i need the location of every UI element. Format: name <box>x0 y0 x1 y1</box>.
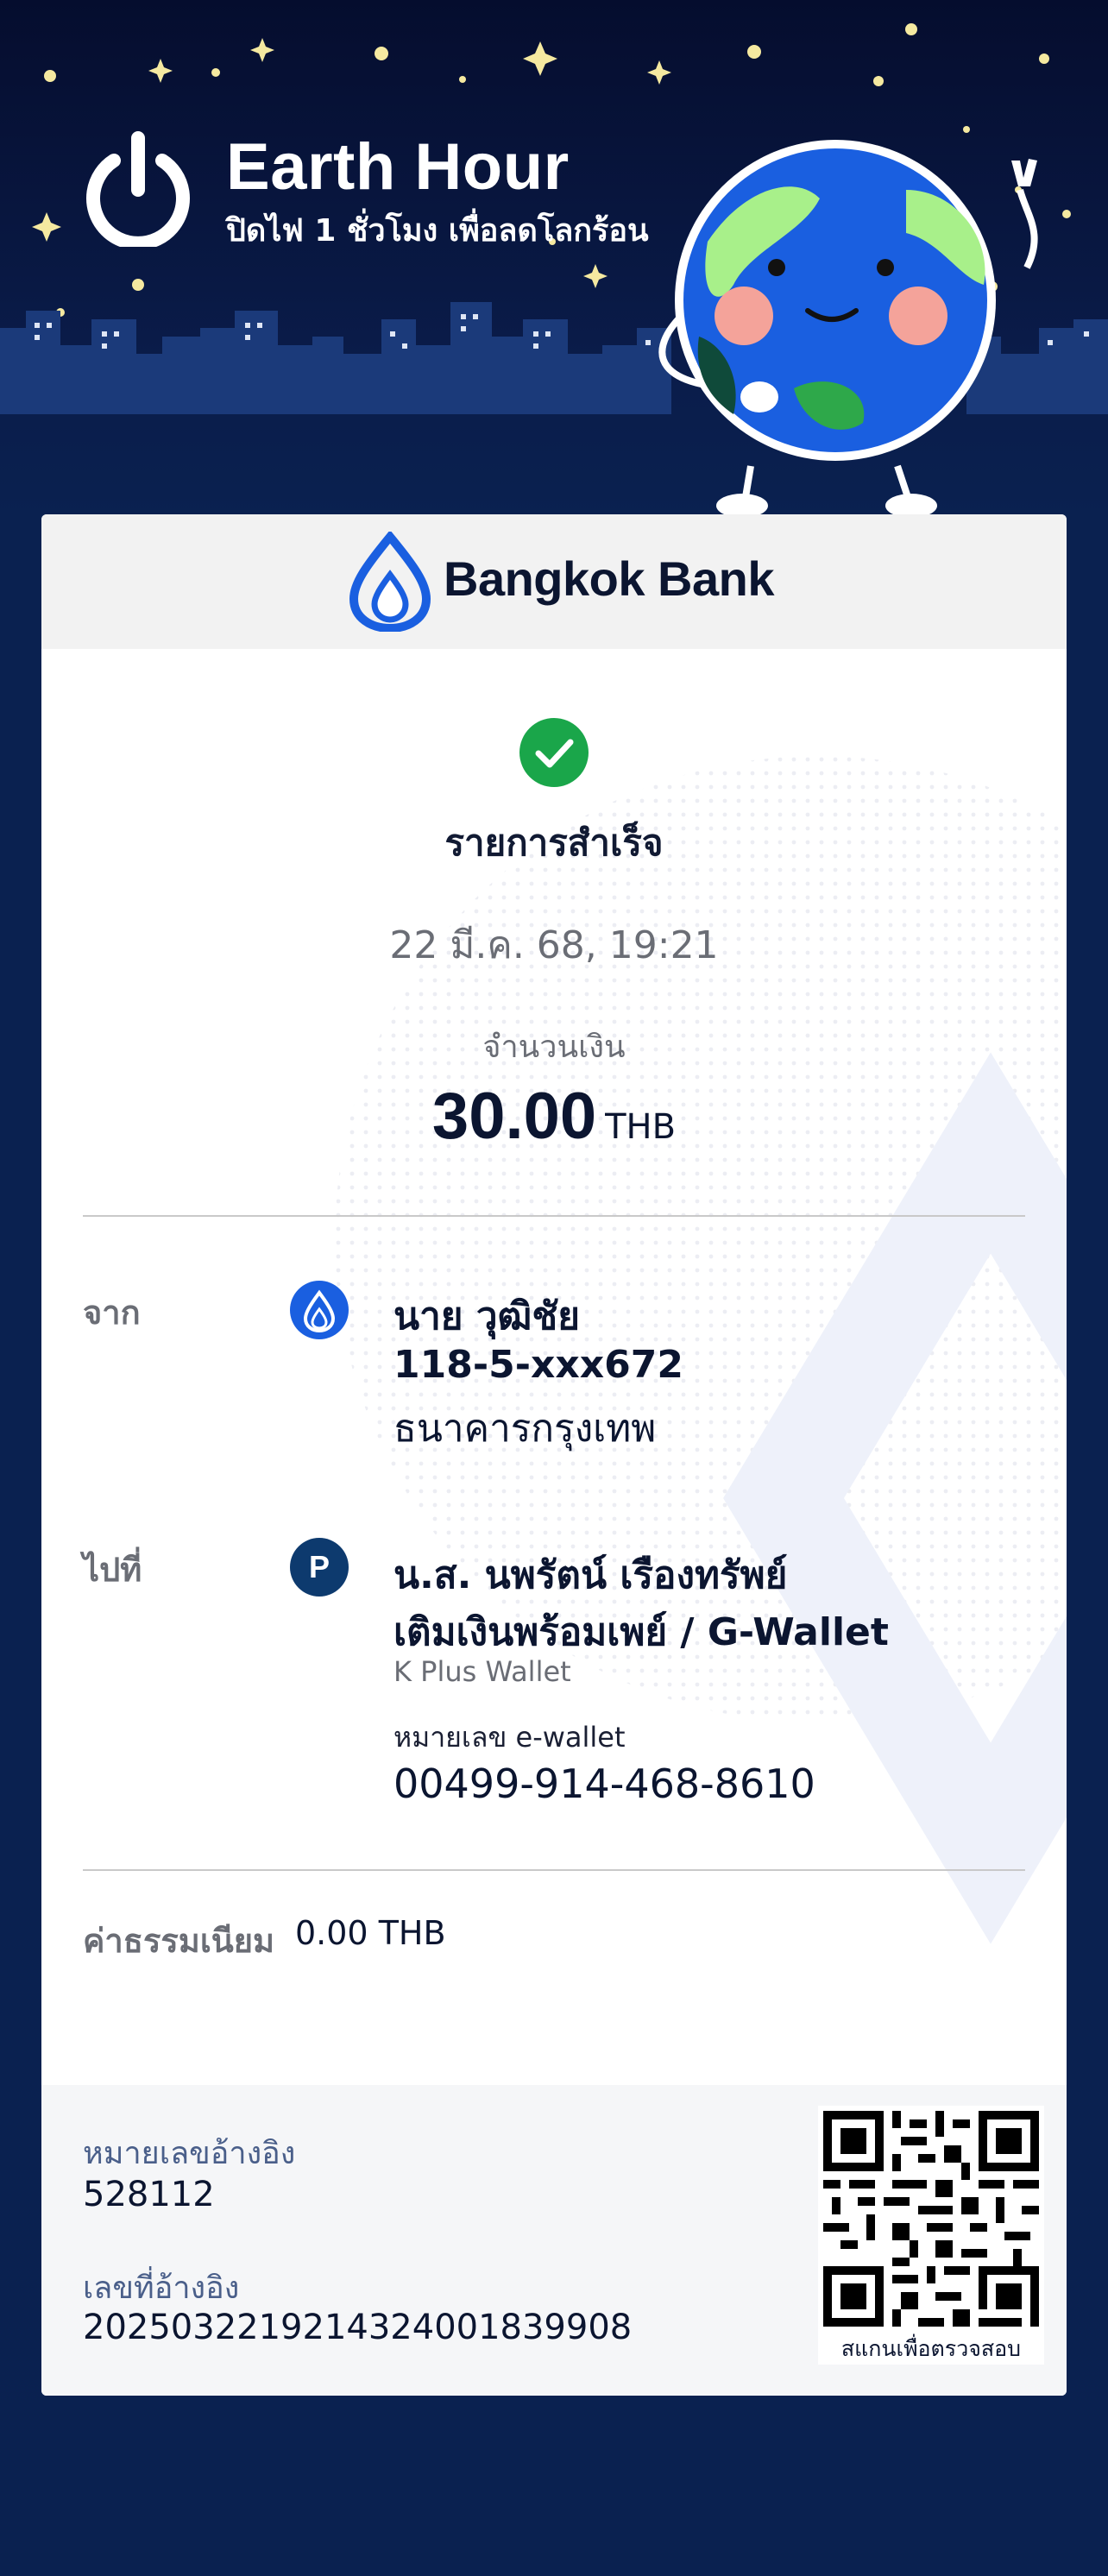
divider <box>83 1869 1025 1871</box>
banner-title: Earth Hour <box>226 130 570 204</box>
receipt-card: Bangkok Bank รายการสำเร็จ 22 มี.ค. 68, 1… <box>41 514 1067 2396</box>
amount-value: 30.00 <box>431 1080 597 1153</box>
bank-name: Bangkok Bank <box>444 551 775 606</box>
bangkok-bank-icon <box>290 1281 349 1339</box>
earth-mascot-illustration <box>658 140 1038 518</box>
from-bank: ธนาคารกรุงเทพ <box>393 1407 657 1451</box>
bangkok-bank-logo-icon <box>349 532 431 632</box>
amount-display: 30.00 THB <box>41 1079 1067 1154</box>
from-name: นาย วุฒิชัย <box>393 1294 580 1338</box>
transaction-ref-label: เลขที่อ้างอิง <box>83 2271 240 2306</box>
qr-code-icon[interactable] <box>823 2111 1039 2327</box>
promptpay-icon: P <box>290 1538 349 1597</box>
wallet-number: 00499-914-468-8610 <box>393 1760 815 1807</box>
banner-subtitle: ปิดไฟ 1 ชั่วโมง เพื่อลดโลกร้อน <box>226 213 649 249</box>
amount-currency: THB <box>605 1107 677 1147</box>
promptpay-letter: P <box>309 1549 330 1584</box>
power-icon <box>86 131 190 247</box>
from-label: จาก <box>83 1294 141 1332</box>
transaction-ref: 2025032219214324001839908 <box>83 2308 633 2347</box>
fee-value: 0.00 THB <box>295 1914 446 1952</box>
fee-label: ค่าธรรมเนียม <box>83 1922 275 1960</box>
success-check-icon <box>519 718 589 787</box>
to-service: เติมเงินพร้อมเพย์ / G-Wallet <box>393 1610 889 1654</box>
earth-hour-banner: Earth Hour ปิดไฟ 1 ชั่วโมง เพื่อลดโลกร้อ… <box>0 0 1108 518</box>
watermark-pattern <box>335 756 1067 1944</box>
from-account: 118-5-xxx672 <box>393 1343 683 1387</box>
to-provider: K Plus Wallet <box>393 1655 571 1688</box>
transaction-datetime: 22 มี.ค. 68, 19:21 <box>389 923 719 967</box>
to-label: ไปที่ <box>83 1551 142 1589</box>
qr-verify-box[interactable]: สแกนเพื่อตรวจสอบ <box>818 2106 1044 2365</box>
wallet-number-label: หมายเลข e-wallet <box>393 1721 626 1754</box>
divider <box>83 1215 1025 1217</box>
bank-header: Bangkok Bank <box>41 514 1067 649</box>
reference-number-label: หมายเลขอ้างอิง <box>83 2136 296 2171</box>
transaction-status: รายการสำเร็จ <box>444 822 664 864</box>
to-name: น.ส. นพรัตน์ เรืองทรัพย์ <box>393 1553 788 1597</box>
qr-caption: สแกนเพื่อตรวจสอบ <box>840 2336 1022 2361</box>
reference-number: 528112 <box>83 2175 215 2214</box>
amount-label: จำนวนเงิน <box>482 1030 626 1065</box>
reference-footer: หมายเลขอ้างอิง 528112 เลขที่อ้างอิง 2025… <box>41 2085 1067 2396</box>
